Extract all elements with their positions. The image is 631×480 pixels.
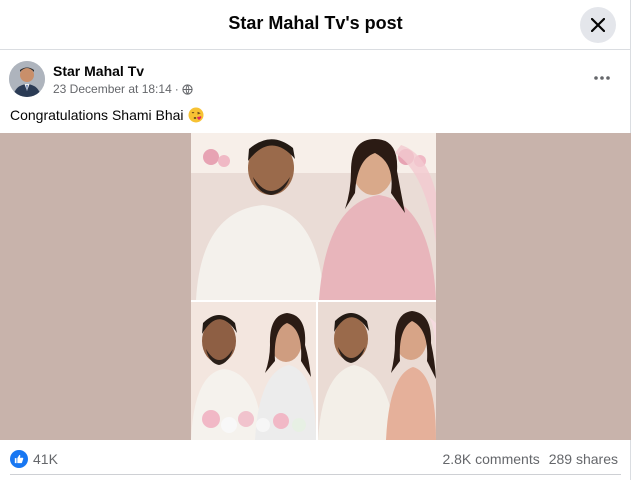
avatar[interactable] xyxy=(9,61,45,97)
modal-title: Star Mahal Tv's post xyxy=(228,13,403,33)
meta-separator: · xyxy=(174,82,179,96)
post-stats: 2.8K comments 289 shares xyxy=(442,451,618,467)
close-button[interactable] xyxy=(580,7,616,43)
face-blowing-kiss-emoji xyxy=(188,107,204,123)
post-header: Star Mahal Tv 23 December at 18:14 · xyxy=(0,58,631,102)
shares-count[interactable]: 289 shares xyxy=(549,451,618,467)
post-footer: 41K 2.8K comments 289 shares xyxy=(0,440,631,480)
more-horizontal-icon xyxy=(594,76,610,80)
post-modal: Star Mahal Tv's post Star Mahal Tv 23 De… xyxy=(0,0,631,480)
post-timestamp[interactable]: 23 December at 18:14 xyxy=(53,82,172,96)
reactions-summary[interactable]: 41K xyxy=(10,450,58,468)
author-name[interactable]: Star Mahal Tv xyxy=(53,63,144,79)
comments-count[interactable]: 2.8K comments xyxy=(442,451,539,467)
modal-header: Star Mahal Tv's post xyxy=(0,0,631,50)
close-icon xyxy=(591,18,605,32)
like-icon xyxy=(10,450,28,468)
post-photo[interactable] xyxy=(191,133,436,440)
more-options-button[interactable] xyxy=(586,66,618,90)
post-meta: 23 December at 18:14 · xyxy=(53,82,193,96)
caption-text: Congratulations Shami Bhai xyxy=(10,107,184,123)
reactions-count[interactable]: 41K xyxy=(33,451,58,467)
post-photo-area xyxy=(0,133,631,440)
post-caption: Congratulations Shami Bhai xyxy=(10,107,204,123)
footer-divider xyxy=(10,474,621,475)
globe-icon xyxy=(182,83,193,95)
